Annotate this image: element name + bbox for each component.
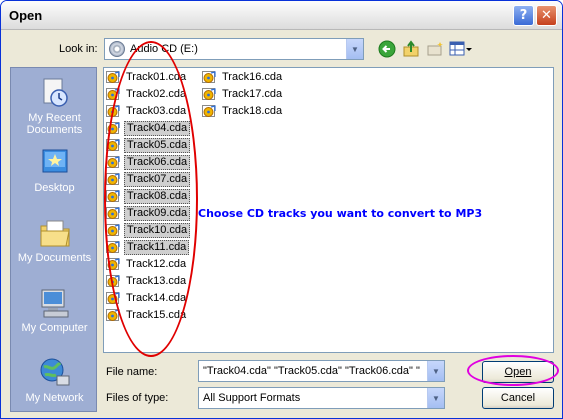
annotation-hint-text: Choose CD tracks you want to convert to … [198, 207, 483, 220]
list-item[interactable]: Track15.cda [106, 308, 188, 323]
list-item[interactable]: Track11.cda [106, 240, 190, 255]
cd-audio-track-icon [202, 71, 217, 84]
file-name: Track12.cda [126, 258, 187, 270]
list-item[interactable]: Track04.cda [106, 121, 191, 136]
views-menu-icon[interactable] [449, 40, 473, 58]
list-item[interactable]: Track17.cda [202, 87, 284, 102]
my-computer-icon [38, 286, 72, 320]
open-dialog: Open ? ✕ Look in: Audio CD (E:) ▼ My Rec… [0, 0, 563, 419]
cd-audio-track-icon [106, 105, 121, 118]
cd-audio-track-icon [106, 190, 121, 203]
file-name: Track18.cda [222, 105, 283, 117]
cd-audio-track-icon [106, 139, 121, 152]
files-of-type-value: All Support Formats [203, 392, 301, 404]
cd-audio-track-icon [106, 258, 121, 271]
place-desktop[interactable]: Desktop [11, 146, 98, 194]
place-my-computer[interactable]: My Computer [11, 286, 98, 334]
list-item[interactable]: Track18.cda [202, 104, 284, 119]
cancel-button[interactable]: Cancel [482, 387, 554, 409]
cd-audio-track-icon [106, 224, 121, 237]
chevron-down-icon[interactable]: ▼ [427, 388, 444, 408]
up-folder-icon[interactable] [402, 40, 420, 58]
new-folder-icon[interactable] [426, 40, 444, 58]
desktop-icon [38, 146, 72, 180]
help-button[interactable]: ? [513, 5, 534, 26]
list-item[interactable]: Track02.cda [106, 87, 188, 102]
place-my-network[interactable]: My Network [11, 356, 98, 404]
list-item[interactable]: Track13.cda [106, 274, 188, 289]
cd-audio-track-icon [106, 122, 121, 135]
place-my-documents[interactable]: My Documents [11, 216, 98, 264]
cd-audio-track-icon [106, 71, 121, 84]
places-bar: My Recent Documents Desktop My Documents… [10, 67, 97, 412]
my-documents-icon [38, 216, 72, 250]
back-icon[interactable] [378, 40, 396, 58]
cd-audio-track-icon [106, 156, 121, 169]
cd-audio-track-icon [202, 105, 217, 118]
cancel-button-label: Cancel [500, 392, 536, 404]
file-name-label: File name: [106, 366, 158, 378]
place-label: My Recent Documents [26, 112, 83, 136]
list-item[interactable]: Track14.cda [106, 291, 188, 306]
audio-cd-icon [109, 41, 125, 57]
chevron-down-icon[interactable]: ▼ [427, 361, 444, 381]
file-name: Track07.cda [124, 172, 191, 187]
file-name: Track04.cda [124, 121, 191, 136]
cd-audio-track-icon [202, 88, 217, 101]
my-network-icon [38, 356, 72, 390]
title-bar[interactable]: Open ? ✕ [1, 1, 562, 30]
file-name: Track11.cda [124, 240, 190, 255]
place-label: My Computer [21, 322, 88, 334]
file-name: Track01.cda [126, 71, 187, 83]
file-name: Track06.cda [124, 155, 191, 170]
list-item[interactable]: Track03.cda [106, 104, 188, 119]
list-item[interactable]: Track16.cda [202, 70, 284, 85]
file-name: Track10.cda [124, 223, 191, 238]
list-item[interactable]: Track09.cda [106, 206, 191, 221]
dialog-title: Open [9, 8, 43, 23]
cd-audio-track-icon [106, 275, 121, 288]
list-item[interactable]: Track01.cda [106, 70, 188, 85]
file-name: Track03.cda [126, 105, 187, 117]
files-of-type-dropdown[interactable]: All Support Formats ▼ [198, 387, 445, 409]
look-in-label: Look in: [59, 43, 98, 55]
list-item[interactable]: Track06.cda [106, 155, 191, 170]
close-icon: ✕ [541, 8, 552, 23]
open-button[interactable]: Open [482, 361, 554, 383]
open-button-label: Open [504, 366, 532, 378]
file-name: Track14.cda [126, 292, 187, 304]
file-name: Track02.cda [126, 88, 187, 100]
file-name: Track05.cda [124, 138, 191, 153]
list-item[interactable]: Track12.cda [106, 257, 188, 272]
chevron-down-icon[interactable]: ▼ [346, 39, 363, 59]
close-button[interactable]: ✕ [536, 5, 557, 26]
place-label: My Network [25, 392, 84, 404]
place-recent-documents[interactable]: My Recent Documents [11, 76, 98, 136]
file-name: Track08.cda [124, 189, 191, 204]
cd-audio-track-icon [106, 292, 121, 305]
place-label: My Documents [17, 252, 92, 264]
list-item[interactable]: Track10.cda [106, 223, 191, 238]
cd-audio-track-icon [106, 241, 121, 254]
file-name: Track15.cda [126, 309, 187, 321]
help-icon: ? [519, 8, 528, 23]
file-name: Track16.cda [222, 71, 283, 83]
cd-audio-track-icon [106, 207, 121, 220]
recent-documents-icon [38, 76, 72, 110]
place-label: Desktop [34, 182, 75, 194]
cd-audio-track-icon [106, 88, 121, 101]
cd-audio-track-icon [106, 309, 121, 322]
file-name-value: "Track04.cda" "Track05.cda" "Track06.cda… [203, 365, 420, 377]
file-name-input[interactable]: "Track04.cda" "Track05.cda" "Track06.cda… [198, 360, 445, 382]
list-item[interactable]: Track07.cda [106, 172, 191, 187]
look-in-dropdown[interactable]: Audio CD (E:) ▼ [104, 38, 364, 60]
file-name: Track09.cda [124, 206, 191, 221]
look-in-value: Audio CD (E:) [130, 43, 198, 55]
file-name: Track17.cda [222, 88, 283, 100]
files-of-type-label: Files of type: [106, 392, 169, 404]
list-item[interactable]: Track05.cda [106, 138, 191, 153]
cd-audio-track-icon [106, 173, 121, 186]
list-item[interactable]: Track08.cda [106, 189, 191, 204]
file-name: Track13.cda [126, 275, 187, 287]
